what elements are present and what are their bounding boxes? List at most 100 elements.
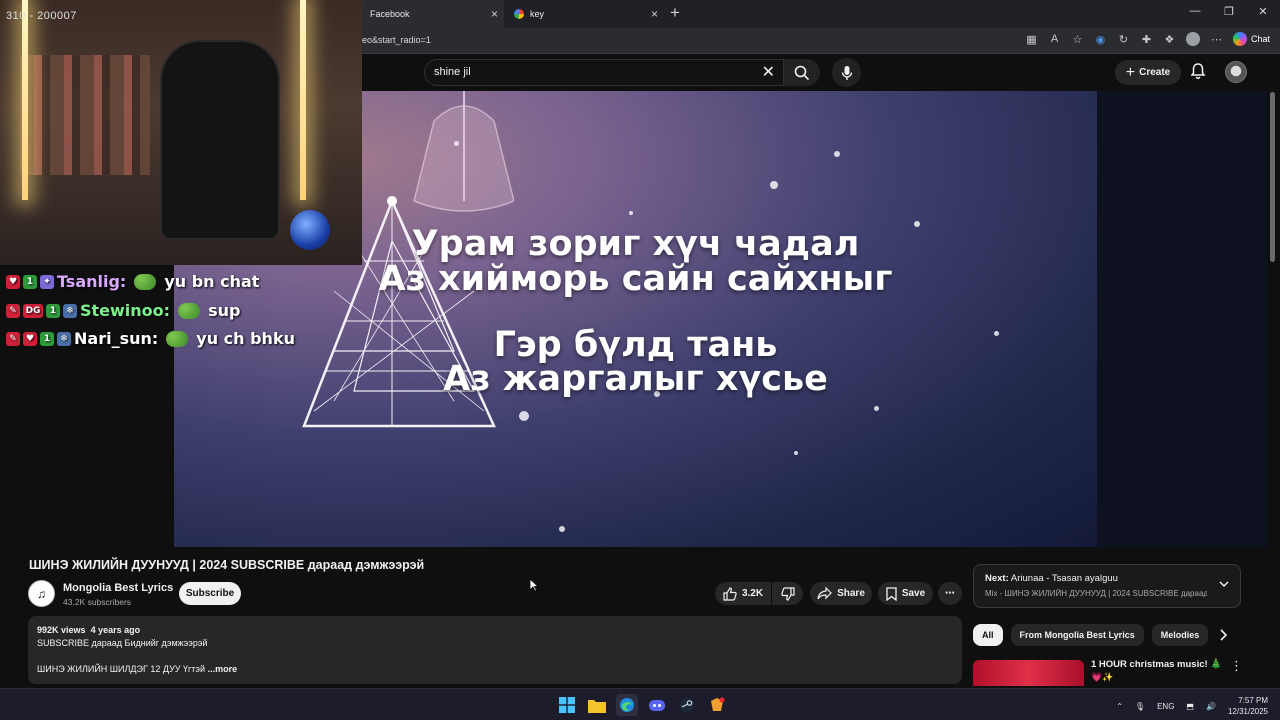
language-indicator[interactable]: ENG <box>1157 702 1174 711</box>
file-explorer-icon[interactable] <box>586 694 608 716</box>
plus-icon: + <box>1125 63 1136 81</box>
up-next-panel[interactable]: Next: Ariunaa - Tsasan ayalguu Mix - ШИН… <box>973 564 1241 608</box>
voice-search-button[interactable] <box>832 58 861 87</box>
show-more-link[interactable]: ...more <box>208 664 238 674</box>
description-box[interactable]: 992K views 4 years ago SUBSCRIBE дараад … <box>28 616 962 684</box>
tray-overflow-icon[interactable]: ⌃ <box>1116 702 1123 711</box>
recommendation-title[interactable]: 1 HOUR christmas music! 🎄 <box>1091 659 1222 670</box>
overlay-code: 310 - 200007 <box>6 10 77 22</box>
windows-taskbar: ⌃ 🎙 ENG ⬒ 🔊 7:57 PM 12/31/2025 <box>0 688 1280 720</box>
new-tab-icon[interactable]: + <box>670 3 680 23</box>
clear-search-icon[interactable]: ✕ <box>762 62 775 82</box>
favorite-star-icon[interactable]: ☆ <box>1071 33 1084 46</box>
create-button[interactable]: + Create <box>1115 60 1181 85</box>
chip-all[interactable]: All <box>973 624 1003 646</box>
tray-mic-icon[interactable]: 🎙 <box>1135 702 1145 711</box>
close-tab-icon[interactable]: × <box>491 7 498 21</box>
windows-start-icon[interactable] <box>556 694 578 716</box>
kebab-menu-icon[interactable]: ⋮ <box>1230 658 1243 674</box>
chat-message: ✎ DG 1 ❄ Stewinoo: sup <box>6 301 240 320</box>
network-icon[interactable]: ⬒ <box>1186 702 1194 711</box>
channel-avatar[interactable]: ♫ <box>28 580 55 607</box>
subscriber-count: 43.2K subscribers <box>63 597 132 607</box>
upload-age: 4 years ago <box>90 625 141 635</box>
snowflake <box>770 181 778 189</box>
webcam-chair <box>160 40 280 240</box>
more-menu-icon[interactable]: ⋯ <box>1210 33 1223 46</box>
view-count: 992K views <box>37 625 86 635</box>
subscriber-badge-icon: 1 <box>46 303 60 318</box>
screen: Facebook × key × + — ❐ ✕ eo&start_radio=… <box>0 0 1280 720</box>
mouse-cursor-icon <box>529 578 539 592</box>
tab-facebook[interactable]: Facebook × <box>362 0 504 28</box>
channel-name[interactable]: Mongolia Best Lyrics <box>63 582 173 594</box>
youtube-header: shine jil ✕ + Create <box>362 55 1280 91</box>
share-label: Share <box>837 588 865 599</box>
subscribe-button[interactable]: Subscribe <box>179 582 241 605</box>
dg-badge: DG <box>23 303 43 318</box>
chat-message: ✎ ♥ 1 ❄ Nari_sun: yu ch bhku <box>6 329 295 348</box>
frog-emote-icon <box>178 302 201 319</box>
scrollbar-thumb[interactable] <box>1270 92 1275 262</box>
url-field[interactable]: eo&start_radio=1 <box>362 35 431 45</box>
steam-icon[interactable] <box>676 694 698 716</box>
system-clock[interactable]: 7:57 PM 12/31/2025 <box>1228 695 1268 717</box>
recommendation-subline: 💗✨ <box>1091 672 1114 682</box>
extension-icon[interactable]: ◉ <box>1094 33 1107 46</box>
profile-avatar-icon[interactable] <box>1185 32 1200 46</box>
save-label: Save <box>901 588 926 599</box>
frog-emote-icon <box>134 273 157 290</box>
dislike-button[interactable] <box>772 582 803 605</box>
share-icon <box>817 587 832 600</box>
close-tab-icon[interactable]: × <box>651 7 658 21</box>
more-actions-button[interactable]: ⋯ <box>938 582 962 605</box>
subscriber-badge-icon: 1 <box>40 331 54 346</box>
heart-badge-icon: ♥ <box>6 274 20 289</box>
thumbs-up-icon <box>723 586 737 601</box>
snowflake <box>519 411 529 421</box>
apps-icon[interactable]: ▦ <box>1025 33 1038 46</box>
chip-from-channel[interactable]: From Mongolia Best Lyrics <box>1010 624 1144 646</box>
recommendation-thumbnail[interactable] <box>973 660 1084 686</box>
tab-key[interactable]: key × <box>506 0 664 28</box>
thumbs-down-icon <box>780 586 795 601</box>
webcam-lamp <box>22 0 28 200</box>
lyrics-line: Гэр бүлд тань <box>493 325 778 365</box>
window-controls: — ❐ ✕ <box>1188 5 1270 18</box>
game-launcher-icon[interactable] <box>706 694 728 716</box>
microphone-icon <box>841 65 852 80</box>
chevron-right-icon[interactable] <box>1217 628 1229 642</box>
snowflake <box>834 151 840 157</box>
chip-melodies[interactable]: Melodies <box>1151 624 1209 646</box>
share-button[interactable]: Share <box>810 582 872 605</box>
read-aloud-icon[interactable]: A <box>1048 33 1061 45</box>
search-button[interactable] <box>784 59 820 86</box>
save-button[interactable]: Save <box>878 582 933 605</box>
close-window-icon[interactable]: ✕ <box>1256 5 1270 18</box>
next-mix-subtitle: Mix - ШИНЭ ЖИЛИЙН ДУУНУУД | 2024 SUBSCRI… <box>985 589 1207 598</box>
discord-icon[interactable] <box>646 694 668 716</box>
puzzle-icon[interactable]: ✚ <box>1140 33 1153 46</box>
streamer-webcam: 310 - 200007 <box>0 0 362 265</box>
chat-button[interactable]: Chat <box>1232 32 1270 46</box>
next-title: Next: Ariunaa - Tsasan ayalguu <box>985 573 1118 584</box>
video-title: ШИНЭ ЖИЛИЙН ДУУНУУД | 2024 SUBSCRIBE дар… <box>29 558 425 572</box>
minimize-icon[interactable]: — <box>1188 5 1202 18</box>
search-box[interactable]: shine jil ✕ <box>424 59 784 86</box>
collections-icon[interactable]: ❖ <box>1163 33 1176 46</box>
edge-browser-icon[interactable] <box>616 694 638 716</box>
search-input[interactable]: shine jil <box>434 66 471 78</box>
notifications-bell-icon[interactable] <box>1190 62 1206 85</box>
webcam-ornament <box>290 210 330 250</box>
snowflake <box>559 526 565 532</box>
browser-toolbar: ▦ A ☆ ◉ ↻ ✚ ❖ ⋯ Chat <box>1025 32 1270 46</box>
chat-text: yu bn chat <box>164 272 260 291</box>
account-avatar[interactable] <box>1225 61 1247 83</box>
page-scrollbar[interactable] <box>1268 82 1276 682</box>
maximize-icon[interactable]: ❐ <box>1222 5 1236 18</box>
chevron-down-icon[interactable] <box>1218 578 1230 590</box>
like-button[interactable]: 3.2K <box>715 582 771 605</box>
volume-icon[interactable]: 🔊 <box>1206 702 1216 711</box>
refresh-extension-icon[interactable]: ↻ <box>1117 33 1130 46</box>
webcam-lamp <box>300 0 306 200</box>
